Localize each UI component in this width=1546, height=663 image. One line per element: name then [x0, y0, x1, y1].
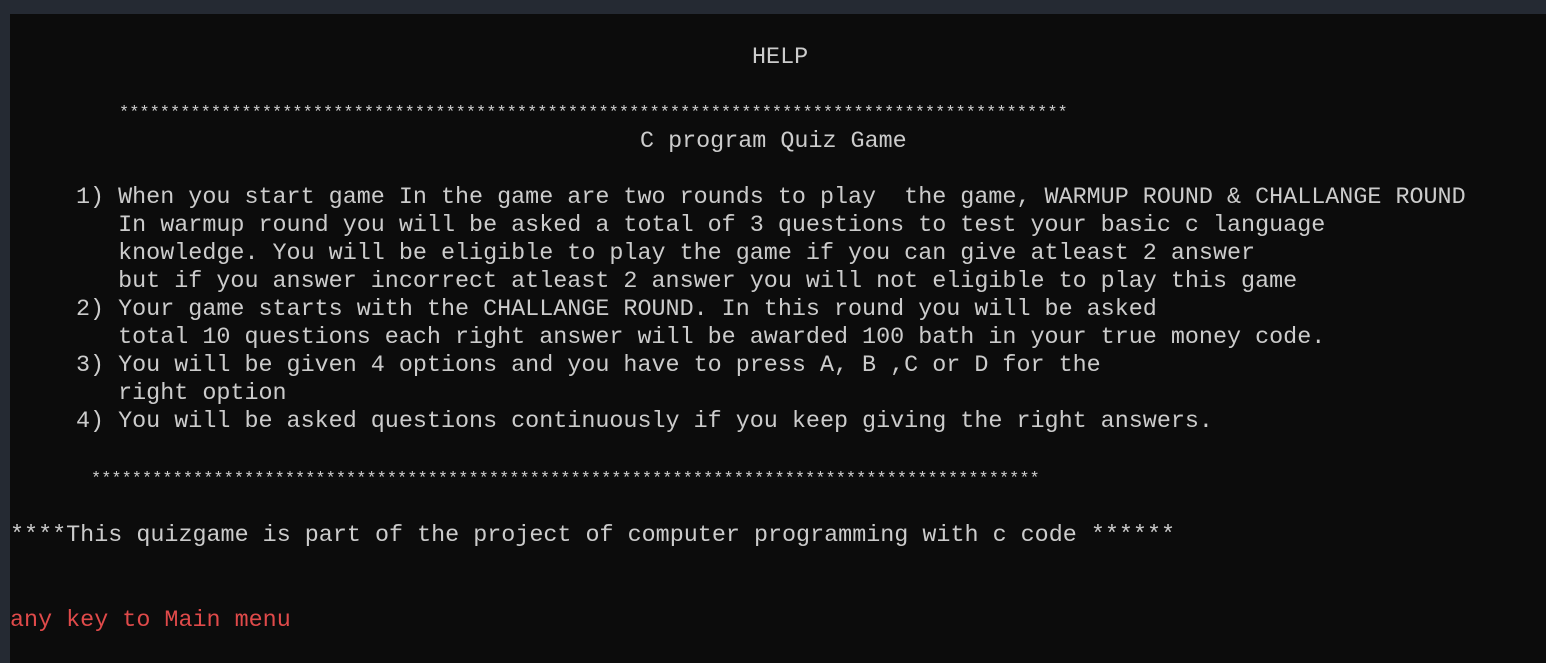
window-frame: HELP ***********************************… — [0, 0, 1546, 663]
help-line-1: 1) When you start game In the game are t… — [76, 185, 1466, 211]
help-title: HELP — [752, 45, 809, 71]
help-line-8: right option — [76, 381, 287, 407]
console-window[interactable]: HELP ***********************************… — [10, 14, 1546, 663]
help-line-2: In warmup round you will be asked a tota… — [76, 213, 1326, 239]
footer-note: ****This quizgame is part of the project… — [10, 523, 1176, 549]
game-subtitle: C program Quiz Game — [640, 129, 907, 155]
help-line-7: 3) You will be given 4 options and you h… — [76, 353, 1101, 379]
help-line-9: 4) You will be asked questions continuou… — [76, 409, 1213, 435]
help-line-4: but if you answer incorrect atleast 2 an… — [76, 269, 1298, 295]
main-menu-prompt[interactable]: any key to Main menu — [10, 607, 291, 635]
help-line-5: 2) Your game starts with the CHALLANGE R… — [76, 297, 1157, 323]
star-divider-top: ****************************************… — [119, 104, 1068, 123]
help-line-3: knowledge. You will be eligible to play … — [76, 241, 1256, 267]
star-divider-bottom: ****************************************… — [91, 470, 1040, 489]
help-line-6: total 10 questions each right answer wil… — [76, 325, 1326, 351]
